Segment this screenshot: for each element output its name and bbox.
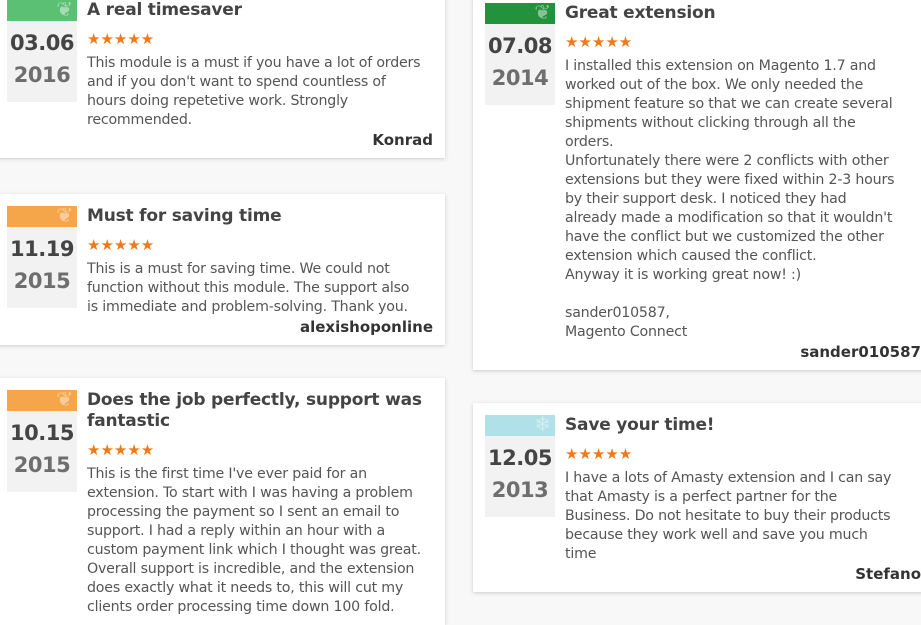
review-body-line: that Amasty is a perfect partner for the [565, 489, 838, 505]
rating-stars-icon: ★★★★★ [87, 30, 155, 48]
review-body-line: recommended. [87, 112, 192, 128]
review-body: This is the first time I've ever paid fo… [87, 465, 433, 617]
review-date-year: 2016 [13, 63, 71, 87]
review-body-line: Anyway it is working great now! :) [565, 267, 801, 283]
review-body: I installed this extension on Magento 1.… [565, 57, 921, 342]
review-body-line: and if you don't want to spend countless… [87, 74, 386, 90]
review-body-line: extensions but they were fixed within 2-… [565, 172, 895, 188]
rating-stars-icon: ★★★★★ [565, 445, 633, 463]
review-body-line: Business. Do not hesitate to buy their p… [565, 508, 891, 524]
date-band: ❦ [7, 390, 77, 411]
review-body-line: I have a lots of Amasty extension and I … [565, 470, 892, 486]
review-card: ❦ 07.08 2014 Great extension ★★★★★ I ins… [473, 0, 921, 370]
rating-stars-icon: ★★★★★ [565, 33, 633, 51]
review-title: Does the job perfectly, support was fant… [87, 390, 422, 431]
review-date-day: 11.19 [10, 237, 74, 261]
leaf-icon: ❦ [56, 206, 73, 227]
rating-stars-icon: ★★★★★ [87, 441, 155, 459]
review-title: A real timesaver [87, 0, 242, 20]
review-date-year: 2014 [491, 66, 549, 90]
review-body-line: orders. [565, 134, 614, 150]
review-date-day: 12.05 [488, 446, 552, 470]
review-body-line: Magento Connect [565, 324, 688, 340]
review-body-line: This is the first time I've ever paid fo… [87, 466, 367, 482]
rating-stars-icon: ★★★★★ [87, 236, 155, 254]
review-body-line: shipments without clicking through all t… [565, 115, 856, 131]
review-body-line: already made a modification so that it w… [565, 210, 893, 226]
review-body-line: sander010587, [565, 305, 670, 321]
review-card: ❦ 03.06 2016 A real timesaver ★★★★★ This… [0, 0, 445, 158]
review-body-line: extension which caused the conflict. [565, 248, 817, 264]
review-title: Must for saving time [87, 206, 282, 226]
review-author: Konrad [372, 131, 433, 149]
leaf-icon: ❦ [534, 3, 551, 24]
review-body-line: Unfortunately there were 2 conflicts wit… [565, 153, 889, 169]
review-body-line: Overall support is incredible, and the e… [87, 561, 415, 577]
review-body: I have a lots of Amasty extension and I … [565, 469, 921, 564]
date-band: ❄ [485, 415, 555, 436]
review-body-line: have the conflict but we customized the … [565, 229, 884, 245]
review-body-line: shipment feature so that we can create s… [565, 96, 893, 112]
leaf-icon: ❦ [56, 390, 73, 411]
review-date-year: 2015 [13, 269, 71, 293]
review-date: ❦ 07.08 2014 [485, 3, 555, 105]
review-body-line: function without this module. The suppor… [87, 280, 410, 296]
review-body-line: custom payment link which I thought was … [87, 542, 421, 558]
review-author: Stefano [855, 565, 921, 583]
review-date-year: 2015 [13, 453, 71, 477]
review-body-line: worked out of the box. We only needed th… [565, 77, 864, 93]
review-body-line: because they work well and save you much [565, 527, 868, 543]
review-date-year: 2013 [491, 478, 549, 502]
review-date-day: 03.06 [10, 31, 74, 55]
review-date-day: 07.08 [488, 34, 552, 58]
review-body-line: support. I had a reply within an hour wi… [87, 523, 385, 539]
review-author: alexishoponline [299, 318, 433, 336]
review-author: sander010587 [800, 343, 921, 361]
review-body-line: processing the payment so I sent an emai… [87, 504, 400, 520]
review-date: ❦ 10.15 2015 [7, 390, 77, 492]
review-date: ❦ 03.06 2016 [7, 0, 77, 102]
review-body-line: This is a must for saving time. We could… [87, 261, 390, 277]
review-body-line: extension. To start with I was having a … [87, 485, 413, 501]
date-band: ❦ [485, 3, 555, 24]
review-body-line: I installed this extension on Magento 1.… [565, 58, 876, 74]
review-body: This module is a must if you have a lot … [87, 54, 433, 130]
review-body-line: is immediate and problem-solving. Thank … [87, 299, 408, 315]
review-date-day: 10.15 [10, 421, 74, 445]
review-body: This is a must for saving time. We could… [87, 260, 433, 317]
date-band: ❦ [7, 0, 77, 21]
review-body-line: This module is a must if you have a lot … [87, 55, 421, 71]
review-body-line: hours doing repetetive work. Strongly [87, 93, 349, 109]
review-body-line: clients order processing time down 100 f… [87, 599, 395, 615]
review-card: ❄ 12.05 2013 Save your time! ★★★★★ I hav… [473, 403, 921, 592]
review-body-line [565, 285, 921, 304]
review-title: Save your time! [565, 415, 715, 435]
review-title: Great extension [565, 3, 716, 23]
review-body-line: time [565, 546, 597, 562]
snowflake-icon: ❄ [534, 415, 551, 436]
review-body-line: does exactly what it needs to, this will… [87, 580, 404, 596]
date-band: ❦ [7, 206, 77, 227]
review-date: ❦ 11.19 2015 [7, 206, 77, 308]
review-card: ❦ 11.19 2015 Must for saving time ★★★★★ … [0, 194, 445, 345]
review-date: ❄ 12.05 2013 [485, 415, 555, 517]
review-body-line: by their support desk. I noticed they ha… [565, 191, 847, 207]
leaf-icon: ❦ [56, 0, 73, 21]
review-card: ❦ 10.15 2015 Does the job perfectly, sup… [0, 378, 445, 625]
